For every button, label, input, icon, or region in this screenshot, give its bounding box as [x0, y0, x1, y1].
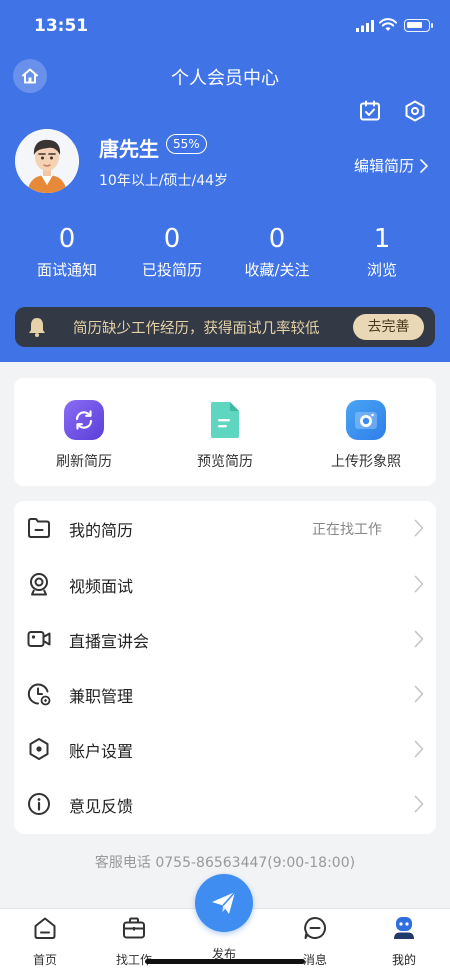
home-indicator	[145, 959, 305, 964]
menu-item-live-talk[interactable]: 直播宣讲会	[14, 612, 436, 667]
home-icon	[34, 917, 56, 939]
tab-label: 我的	[391, 953, 416, 967]
tab-home[interactable]: 首页	[10, 915, 80, 968]
menu-label: 账户设置	[69, 742, 134, 761]
status-bar: 13:51	[0, 14, 450, 40]
menu-card: 我的简历 正在找工作 视频面试 直播宣讲会 兼职管理 账户设置 意见反馈	[14, 501, 436, 834]
edit-resume-link[interactable]: 编辑简历	[354, 155, 428, 176]
menu-label: 意见反馈	[69, 797, 134, 816]
stat-value: 0	[163, 224, 181, 254]
resume-notice-banner: 简历缺少工作经历，获得面试几率较低 去完善	[15, 307, 435, 347]
chevron-right-icon	[420, 158, 428, 173]
stat-label: 浏览	[366, 261, 397, 279]
battery-icon	[404, 19, 433, 32]
preview-resume-button[interactable]: 预览简历	[165, 400, 285, 471]
checkin-button[interactable]	[357, 98, 383, 124]
menu-item-video-interview[interactable]: 视频面试	[14, 557, 436, 612]
stat-interview-notices[interactable]: 0 面试通知	[12, 223, 122, 280]
chevron-right-icon	[414, 630, 424, 648]
settings-button[interactable]	[402, 98, 428, 124]
folder-icon	[28, 518, 50, 538]
quick-action-label: 刷新简历	[56, 454, 112, 470]
chevron-right-icon	[414, 740, 424, 758]
calendar-check-icon	[360, 100, 380, 121]
service-hotline[interactable]: 客服电话 0755-86563447(9:00-18:00)	[0, 852, 450, 872]
refresh-icon	[64, 400, 104, 440]
tab-label: 首页	[32, 953, 57, 967]
battery-level	[407, 22, 422, 28]
stat-label: 面试通知	[36, 261, 97, 279]
message-icon	[304, 917, 326, 939]
publish-button[interactable]	[195, 874, 253, 932]
status-time: 13:51	[34, 16, 89, 36]
chevron-right-icon	[414, 795, 424, 813]
quick-action-label: 上传形象照	[331, 454, 401, 470]
wifi-icon	[379, 18, 397, 31]
edit-resume-label: 编辑简历	[353, 157, 414, 175]
info-icon	[28, 793, 50, 815]
menu-label: 直播宣讲会	[69, 632, 150, 651]
briefcase-icon	[123, 917, 145, 939]
chevron-right-icon	[414, 575, 424, 593]
page-title: 个人会员中心	[171, 68, 279, 89]
stat-label: 已投简历	[141, 261, 202, 279]
upload-photo-button[interactable]: 上传形象照	[306, 400, 426, 471]
stat-value: 0	[58, 224, 76, 254]
menu-label: 我的简历	[69, 521, 134, 540]
stat-views[interactable]: 1 浏览	[327, 223, 437, 280]
complete-resume-button[interactable]: 去完善	[353, 314, 424, 340]
signal-icon	[356, 20, 374, 32]
user-meta: 10年以上/硕士/44岁	[99, 173, 229, 189]
resume-completion-badge: 55%	[166, 134, 207, 154]
clock-icon	[27, 683, 51, 706]
chevron-right-icon	[414, 685, 424, 703]
camera-icon	[346, 400, 386, 440]
menu-label: 兼职管理	[69, 687, 134, 706]
menu-item-feedback[interactable]: 意见反馈	[14, 777, 436, 832]
job-status-value: 正在找工作	[312, 522, 382, 538]
stat-favorites[interactable]: 0 收藏/关注	[222, 223, 332, 280]
stat-applied-resumes[interactable]: 0 已投简历	[117, 223, 227, 280]
user-icon	[394, 917, 414, 939]
tab-mine[interactable]: 我的	[369, 915, 439, 968]
user-avatar-illustration	[15, 129, 79, 193]
avatar[interactable]	[15, 129, 79, 193]
webcam-icon	[30, 573, 48, 596]
stat-value: 1	[373, 224, 391, 254]
notice-text: 简历缺少工作经历，获得面试几率较低	[73, 321, 320, 337]
stat-value: 0	[268, 224, 286, 254]
menu-item-account-settings[interactable]: 账户设置	[14, 722, 436, 777]
video-camera-icon	[27, 631, 51, 647]
bell-icon	[29, 318, 45, 337]
quick-actions-card: 刷新简历 预览简历 上传形象照	[14, 378, 436, 486]
quick-action-label: 预览简历	[197, 454, 253, 470]
hexagon-settings-icon	[405, 100, 425, 122]
document-icon	[205, 400, 245, 440]
menu-item-my-resume[interactable]: 我的简历 正在找工作	[14, 501, 436, 556]
user-name: 唐先生	[99, 137, 159, 161]
refresh-resume-button[interactable]: 刷新简历	[24, 400, 144, 471]
paper-plane-icon	[212, 891, 236, 914]
menu-label: 视频面试	[69, 577, 134, 596]
chevron-right-icon	[414, 519, 424, 537]
menu-item-part-time[interactable]: 兼职管理	[14, 667, 436, 722]
profile-header: 13:51 个人会员中心 唐先生 55% 10年以上/硕士/44岁 编辑简历 0…	[0, 0, 450, 362]
hexagon-settings-icon	[29, 738, 49, 760]
stat-label: 收藏/关注	[244, 261, 310, 279]
